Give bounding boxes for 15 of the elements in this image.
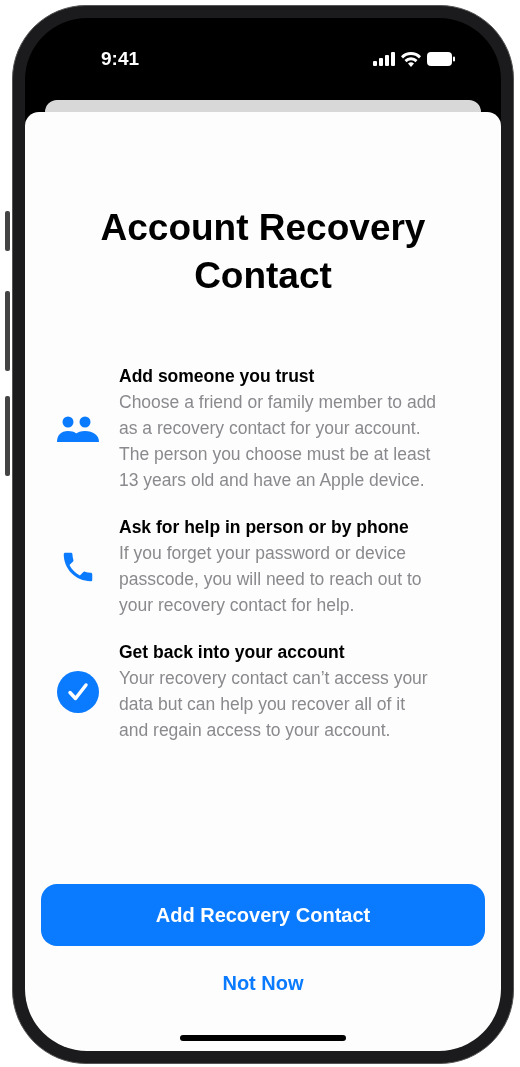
feature-heading: Ask for help in person or by phone <box>119 516 410 539</box>
feature-description: If you forget your password or device passcode, you will need to reach out to your recovery contact for help. <box>119 542 423 617</box>
screen-title: Account Recovery Contact <box>99 206 427 298</box>
feature-description: Your recovery contact can’t access your data but can help you recover all of it and regain access to your account. <box>119 667 429 742</box>
signal-icon <box>373 52 395 66</box>
wifi-icon <box>401 51 421 67</box>
checkmark-icon <box>57 670 99 713</box>
feature-heading: Add someone you trust <box>119 365 316 388</box>
feature-heading: Get back into your account <box>119 641 346 664</box>
people-icon <box>57 415 99 442</box>
battery-icon <box>427 52 455 66</box>
status-time: 9:41 <box>101 48 140 70</box>
feature-description: Choose a friend or family member to add as a recovery contact for your account. The person you choose must be at least 13 years old and have an Apple device. <box>119 391 437 492</box>
add-recovery-contact-button[interactable]: Add Recovery Contact <box>41 884 485 946</box>
not-now-button[interactable]: Not Now <box>214 968 312 999</box>
